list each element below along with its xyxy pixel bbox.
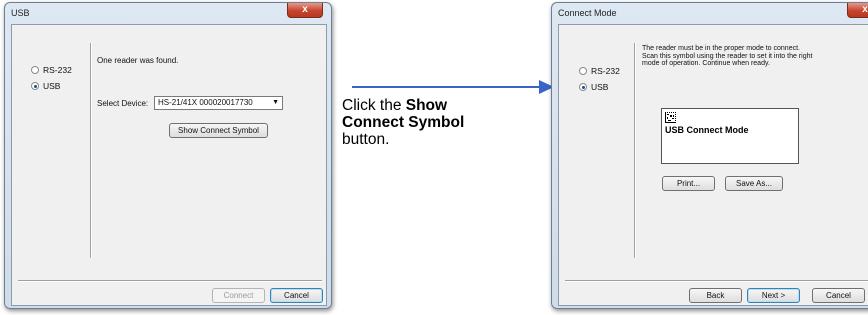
device-select[interactable]: HS-21/41X 000020017730 ▼	[154, 96, 283, 110]
data-matrix-icon	[665, 112, 676, 123]
caption-suffix: button.	[342, 131, 390, 148]
radio-rs232-label: RS-232	[43, 65, 72, 75]
close-icon: x	[302, 4, 308, 15]
connect-mode-dialog: Connect Mode x RS-232 USB The reader mus…	[551, 2, 868, 309]
radio-usb[interactable]: USB	[31, 81, 60, 91]
show-connect-symbol-button[interactable]: Show Connect Symbol	[169, 123, 268, 138]
divider-horizontal	[565, 280, 868, 281]
usb-dialog: USB x RS-232 USB One reader was found. S…	[4, 2, 332, 309]
print-button[interactable]: Print...	[662, 176, 715, 191]
radio-rs232-label: RS-232	[591, 66, 620, 76]
select-device-label: Select Device:	[97, 99, 149, 108]
dialog-client: RS-232 USB One reader was found. Select …	[11, 24, 327, 306]
radio-usb-label: USB	[43, 81, 61, 91]
radio-rs232[interactable]: RS-232	[579, 66, 620, 76]
status-message: One reader was found.	[97, 56, 179, 65]
next-button[interactable]: Next >	[747, 288, 800, 303]
cancel-button[interactable]: Cancel	[812, 288, 865, 303]
symbol-caption: USB Connect Mode	[665, 125, 749, 135]
radio-button-selected[interactable]	[31, 82, 39, 90]
close-button[interactable]: x	[287, 3, 323, 18]
device-select-value: HS-21/41X 000020017730	[158, 98, 253, 107]
arrow-right-icon	[352, 86, 542, 88]
connect-button[interactable]: Connect	[212, 288, 265, 303]
divider-horizontal	[18, 280, 322, 281]
cancel-button[interactable]: Cancel	[270, 288, 323, 303]
radio-rs232[interactable]: RS-232	[31, 65, 72, 75]
save-as-button[interactable]: Save As...	[725, 176, 783, 191]
dialog-client: RS-232 USB The reader must be in the pro…	[558, 24, 868, 306]
radio-button[interactable]	[31, 66, 39, 74]
close-icon: x	[862, 4, 868, 15]
instruction-caption: Click the Show Connect Symbol button.	[342, 97, 512, 148]
radio-button-selected[interactable]	[579, 83, 587, 91]
caption-prefix: Click the	[342, 97, 406, 114]
close-button[interactable]: x	[847, 3, 868, 18]
instructions-text: The reader must be in the proper mode to…	[642, 45, 813, 67]
dialog-title: USB	[11, 8, 30, 18]
divider-vertical	[634, 43, 635, 258]
radio-usb-label: USB	[591, 82, 609, 92]
radio-button[interactable]	[579, 67, 587, 75]
divider-vertical	[90, 43, 91, 258]
back-button[interactable]: Back	[689, 288, 742, 303]
dialog-title: Connect Mode	[558, 8, 617, 18]
dropdown-arrow-icon: ▼	[272, 99, 279, 106]
radio-usb[interactable]: USB	[579, 82, 608, 92]
connect-symbol-panel: USB Connect Mode	[661, 108, 799, 164]
